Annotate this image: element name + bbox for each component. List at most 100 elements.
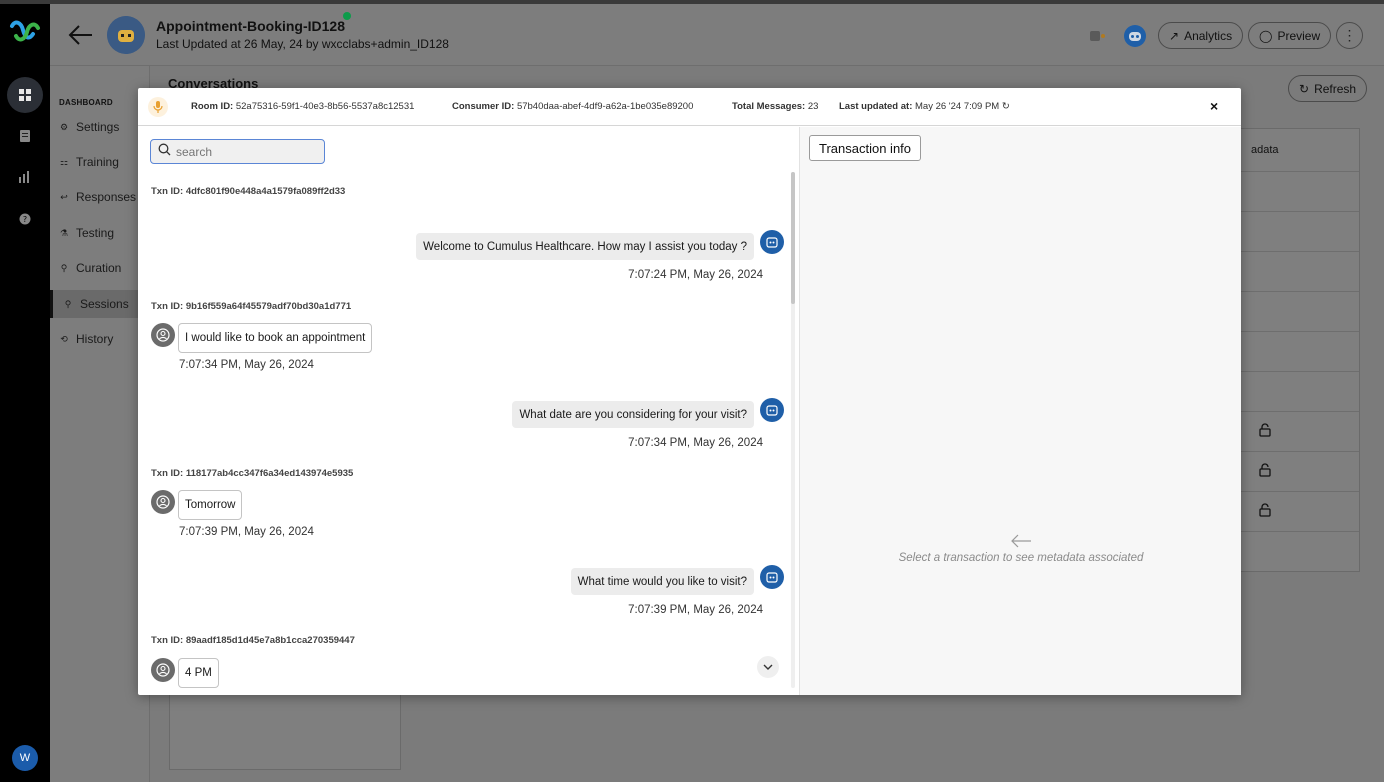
help-icon[interactable]: ?: [7, 201, 43, 237]
table-row[interactable]: [1241, 372, 1359, 412]
table-row[interactable]: [1241, 292, 1359, 332]
consumer-id-label: Consumer ID:: [452, 101, 515, 112]
bot-icon: [760, 230, 784, 254]
consumer-id: Consumer ID: 57b40daa-abef-4df9-a62a-1be…: [452, 101, 693, 112]
transaction-info-tab[interactable]: Transaction info: [809, 135, 922, 161]
total-messages: Total Messages: 23: [732, 101, 818, 112]
avatar[interactable]: W: [12, 745, 38, 771]
txn-id[interactable]: Txn ID: 4dfc801f90e448a4a1579fa089ff2d33: [151, 186, 345, 197]
mic-icon: [148, 97, 168, 117]
sessions-table: adata: [1240, 128, 1360, 572]
txn-id[interactable]: Txn ID: 9b16f559a64f45579adf70bd30a1d771: [151, 301, 351, 312]
background-card: [169, 694, 401, 770]
chart-icon[interactable]: [7, 159, 43, 195]
chevron-down-icon[interactable]: [757, 656, 779, 678]
webex-logo[interactable]: [9, 18, 41, 46]
scrollbar-thumb[interactable]: [791, 172, 795, 304]
bot-icon: [760, 398, 784, 422]
sidebar-item-label: Testing: [76, 226, 115, 240]
messages-pane: Txn ID: 4dfc801f90e448a4a1579fa089ff2d33…: [138, 127, 798, 695]
sub-sidebar: DASHBOARD ⚙ Settings ⚏ Training ↩ Responses…: [50, 66, 150, 782]
sidebar-item-label: Sessions: [80, 297, 129, 311]
bot-message: Welcome to Cumulus Healthcare. How may I…: [416, 233, 754, 260]
chat-icon: ◯: [1259, 28, 1273, 43]
app-header: Appointment-Booking-ID128 Last Updated a…: [50, 4, 1384, 66]
gear-icon: ⚙: [59, 121, 69, 132]
table-row[interactable]: [1241, 252, 1359, 292]
sidebar-item-sessions[interactable]: ⚲ Sessions: [50, 290, 150, 318]
total-messages-value: 23: [807, 101, 819, 112]
training-icon: ⚏: [59, 156, 69, 167]
table-row[interactable]: [1241, 212, 1359, 252]
room-id-label: Room ID:: [191, 101, 234, 112]
table-row[interactable]: [1241, 412, 1359, 452]
bot-message: What date are you considering for your v…: [512, 401, 754, 428]
page-title: Appointment-Booking-ID128: [156, 18, 345, 34]
table-row[interactable]: [1241, 492, 1359, 532]
sidebar-caption: DASHBOARD: [59, 98, 113, 107]
sidebar-item-label: History: [76, 332, 114, 346]
history-icon: ⟲: [60, 333, 68, 344]
bot-avatar: [107, 16, 145, 54]
search-input[interactable]: [176, 144, 316, 159]
sidebar-item-settings[interactable]: ⚙ Settings: [50, 113, 150, 141]
sidebar-item-label: Training: [76, 155, 119, 169]
conversation-modal: Room ID: 52a75316-59f1-40e3-8b56-5537a8c…: [138, 88, 1241, 695]
back-arrow-icon[interactable]: [68, 22, 94, 48]
message-timestamp: 7:07:39 PM, May 26, 2024: [179, 526, 314, 538]
user-message: 4 PM: [178, 658, 219, 688]
lock-icon[interactable]: [1259, 423, 1271, 440]
lock-icon[interactable]: [1259, 463, 1271, 480]
total-messages-label: Total Messages:: [732, 101, 806, 112]
txn-id[interactable]: Txn ID: 89aadf185d1d45e7a8b1cca270359447: [151, 635, 355, 646]
user-message: Tomorrow: [178, 490, 243, 520]
message-timestamp: 7:07:39 PM, May 26, 2024: [628, 604, 763, 616]
close-icon[interactable]: ×: [1210, 98, 1218, 114]
room-id: Room ID: 52a75316-59f1-40e3-8b56-5537a8c…: [191, 101, 414, 112]
search-box[interactable]: [150, 139, 325, 164]
sidebar-item-label: Curation: [76, 261, 122, 275]
bot-message: What time would you like to visit?: [570, 568, 754, 595]
analytics-button[interactable]: ↗ Analytics: [1158, 22, 1244, 49]
sidebar-item-training[interactable]: ⚏ Training: [50, 148, 150, 176]
table-header-cell: adata: [1241, 129, 1359, 172]
document-icon[interactable]: [7, 118, 43, 154]
table-row[interactable]: [1241, 452, 1359, 492]
txn-id[interactable]: Txn ID: 118177ab4cc347f6a34ed143974e5935: [151, 468, 353, 479]
preview-button[interactable]: ◯ Preview: [1248, 22, 1332, 49]
bot-icon: [760, 565, 784, 589]
analytics-label: Analytics: [1184, 28, 1233, 43]
refresh-button[interactable]: ↻ Refresh: [1288, 75, 1368, 102]
table-row[interactable]: [1241, 332, 1359, 372]
refresh-icon[interactable]: ↻: [1002, 101, 1010, 112]
empty-state-text: Select a transaction to see metadata ass…: [898, 552, 1144, 564]
last-updated: Last updated at: May 26 '24 7:09 PM ↻: [839, 101, 1010, 112]
lock-icon[interactable]: [1259, 503, 1271, 520]
sidebar-item-curation[interactable]: ⚲ Curation: [50, 254, 150, 282]
testing-icon: ⚗: [59, 227, 69, 238]
sidebar-item-history[interactable]: ⟲ History: [50, 325, 150, 353]
consumer-id-value: 57b40daa-abef-4df9-a62a-1be035e89200: [516, 101, 694, 112]
sidebar-item-responses[interactable]: ↩ Responses: [50, 183, 150, 211]
last-updated-value: May 26 '24 7:09 PM: [915, 101, 1000, 112]
room-id-value: 52a75316-59f1-40e3-8b56-5537a8c12531: [235, 101, 415, 112]
search-icon: [158, 143, 171, 161]
user-message: I would like to book an appointment: [178, 323, 373, 353]
more-options-button[interactable]: ⋮: [1336, 22, 1363, 49]
last-updated-label: Last updated at:: [839, 101, 913, 112]
user-icon: [151, 490, 175, 514]
message-timestamp: 7:07:34 PM, May 26, 2024: [628, 437, 763, 449]
svg-text:?: ?: [23, 215, 27, 224]
analytics-icon: ↗: [1169, 28, 1180, 43]
robot-icon[interactable]: [1123, 24, 1147, 48]
dashboard-icon[interactable]: [7, 77, 43, 113]
notification-icon[interactable]: [1088, 26, 1108, 46]
sidebar-item-testing[interactable]: ⚗ Testing: [50, 219, 150, 247]
table-row[interactable]: [1241, 172, 1359, 212]
preview-label: Preview: [1277, 28, 1321, 43]
last-updated-text: Last Updated at 26 May, 24 by wxcclabs+a…: [156, 37, 449, 51]
user-icon: [151, 323, 175, 347]
responses-icon: ↩: [60, 191, 68, 202]
modal-header: Room ID: 52a75316-59f1-40e3-8b56-5537a8c…: [138, 88, 1241, 126]
sidebar-item-label: Settings: [76, 120, 120, 134]
